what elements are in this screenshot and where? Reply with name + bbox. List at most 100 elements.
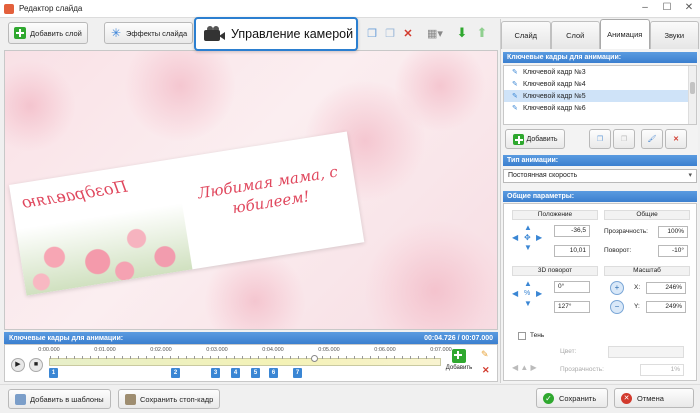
- keyframe-marker[interactable]: 2: [171, 368, 180, 378]
- add-to-templates-button[interactable]: Добавить в шаблоны: [8, 389, 111, 409]
- keyframe-marker[interactable]: 1: [49, 368, 58, 378]
- add-icon: [14, 27, 26, 39]
- zoom-out-icon[interactable]: −: [610, 300, 624, 314]
- position-x-input[interactable]: -36,5: [554, 225, 590, 237]
- bg-flower: [125, 51, 235, 141]
- keyframe-marker[interactable]: 7: [293, 368, 302, 378]
- rotate-left-icon[interactable]: ◀: [512, 290, 518, 298]
- align-dropdown-icon[interactable]: ▦▾: [424, 25, 446, 41]
- scale-x-input[interactable]: 246%: [646, 282, 686, 294]
- tab-animation[interactable]: Анимация: [600, 19, 650, 49]
- rotation-input[interactable]: -10°: [658, 245, 688, 257]
- timeline-tick-label: 0:03.000: [206, 347, 228, 353]
- timeline-add-label: Добавить: [445, 365, 473, 371]
- move-right-icon[interactable]: ▶: [536, 234, 542, 242]
- opacity-input[interactable]: 100%: [658, 226, 688, 238]
- rotate-down-icon[interactable]: ▼: [524, 300, 532, 308]
- timeline-playhead[interactable]: [310, 355, 318, 362]
- center-icon[interactable]: ✥: [524, 234, 531, 242]
- keyframe-actions: Добавить ❐ ❐ 🖌 ✕: [503, 129, 697, 153]
- app-icon: [4, 3, 14, 14]
- keyframe-label: Ключевой кадр №6: [523, 104, 586, 112]
- save-frame-button[interactable]: Сохранить стоп-кадр: [118, 389, 221, 409]
- shadow-checkbox[interactable]: [518, 332, 526, 340]
- template-icon: [15, 393, 26, 405]
- delete-icon[interactable]: ✕: [400, 25, 416, 41]
- timeline-track[interactable]: [49, 356, 441, 366]
- delete-keyframe-icon[interactable]: ✕: [482, 365, 490, 376]
- opacity-label: Прозрачность:: [604, 228, 648, 235]
- position-y-input[interactable]: 10,01: [554, 245, 590, 257]
- play-button[interactable]: ▶: [11, 358, 25, 372]
- edit-icon[interactable]: ✎: [481, 349, 489, 360]
- rotation-label: Поворот:: [604, 247, 632, 254]
- save-button[interactable]: ✓ Сохранить: [536, 388, 608, 408]
- slide-canvas[interactable]: Поздравляю Любимая мама, с юбилеем!: [4, 50, 498, 330]
- shadow-color-picker[interactable]: [608, 346, 684, 358]
- delete-keyframe-button[interactable]: ✕: [665, 129, 687, 149]
- add-icon: [512, 133, 524, 145]
- add-layer-button[interactable]: Добавить слой: [8, 22, 88, 44]
- card-greeting-text: Любимая мама, с юбилеем!: [196, 162, 339, 218]
- pin-icon: ✎: [512, 92, 518, 100]
- add-layer-label: Добавить слой: [30, 28, 82, 38]
- move-up-icon[interactable]: ▲: [524, 224, 532, 232]
- close-icon[interactable]: ✕: [682, 2, 696, 14]
- title-bar: Редактор слайда – ☐ ✕: [0, 0, 700, 18]
- tab-sounds[interactable]: Звуки: [649, 21, 699, 49]
- animation-type-select[interactable]: Постоянная скорость ▾: [503, 169, 697, 183]
- minimize-icon[interactable]: –: [638, 2, 652, 14]
- timeline-header: Ключевые кадры для анимации: 00:04.726 /…: [4, 332, 498, 344]
- timeline-add-keyframe-button[interactable]: Добавить: [443, 349, 475, 379]
- move-left-icon[interactable]: ◀: [512, 234, 518, 242]
- zoom-in-icon[interactable]: +: [610, 281, 624, 295]
- cancel-button[interactable]: ✕ Отмена: [614, 388, 694, 408]
- shadow-transparency-label: Прозрачность:: [560, 366, 604, 373]
- layer-effects-button[interactable]: ✳ Эффекты слайда: [104, 22, 194, 44]
- save-label: Сохранить: [559, 393, 597, 403]
- camera-control-button[interactable]: Управление камерой: [194, 17, 358, 51]
- maximize-icon[interactable]: ☐: [660, 2, 674, 14]
- keyframes-header: Ключевые кадры для анимации:: [503, 52, 697, 63]
- rotate-right-icon[interactable]: ▶: [536, 290, 542, 298]
- keyframe-list: ✎ Ключевой кадр №3 ✎ Ключевой кадр №4 ✎ Клю…: [503, 65, 697, 125]
- greeting-card-layer[interactable]: Поздравляю Любимая мама, с юбилеем!: [9, 131, 365, 296]
- keyframe-marker[interactable]: 6: [269, 368, 278, 378]
- rotate-up-icon[interactable]: ▲: [524, 280, 532, 288]
- bg-flower: [5, 61, 75, 151]
- copy-icon[interactable]: ❐: [364, 25, 380, 41]
- tab-slide[interactable]: Слайд: [501, 21, 551, 49]
- move-down-icon[interactable]: ⬇: [454, 25, 470, 41]
- cancel-icon: ✕: [621, 392, 632, 404]
- copy-keyframe-icon[interactable]: ❐: [589, 129, 611, 149]
- rotation-3d-group-label: 3D поворот: [512, 266, 598, 276]
- rotation-3d-y-input[interactable]: 127°: [554, 301, 590, 313]
- percent-icon[interactable]: %: [524, 290, 530, 298]
- shadow-label: Тень: [530, 332, 545, 339]
- keyframe-list-scrollbar[interactable]: [688, 66, 696, 124]
- tab-layer[interactable]: Слой: [550, 21, 600, 49]
- add-keyframe-button[interactable]: Добавить: [505, 129, 565, 149]
- keyframe-marker[interactable]: 3: [211, 368, 220, 378]
- move-down-icon[interactable]: ▼: [524, 244, 532, 252]
- keyframe-label: Ключевой кадр №5: [523, 92, 586, 100]
- shadow-direction-icon[interactable]: ◀ ▲ ▶: [512, 364, 537, 372]
- brush-icon[interactable]: 🖌: [641, 129, 663, 149]
- paste-keyframe-icon[interactable]: ❐: [613, 129, 635, 149]
- add-to-templates-label: Добавить в шаблоны: [30, 394, 104, 404]
- list-item[interactable]: ✎ Ключевой кадр №4: [504, 78, 696, 90]
- paste-icon[interactable]: ❐: [382, 25, 398, 41]
- scale-y-input[interactable]: 249%: [646, 301, 686, 313]
- list-item[interactable]: ✎ Ключевой кадр №6: [504, 102, 696, 114]
- list-item-selected[interactable]: ✎ Ключевой кадр №5: [504, 90, 696, 102]
- stop-button[interactable]: ■: [29, 358, 43, 372]
- keyframe-marker[interactable]: 4: [231, 368, 240, 378]
- list-item[interactable]: ✎ Ключевой кадр №3: [504, 66, 696, 78]
- timeline-tick-label: 0:05.000: [318, 347, 340, 353]
- keyframe-marker[interactable]: 5: [251, 368, 260, 378]
- scale-group-label: Масштаб: [604, 266, 690, 276]
- move-up-icon[interactable]: ⬆: [474, 25, 490, 41]
- timeline-tick-label: 0:04.000: [262, 347, 284, 353]
- rotation-3d-x-input[interactable]: 0°: [554, 281, 590, 293]
- shadow-transparency-input[interactable]: 1%: [640, 364, 684, 376]
